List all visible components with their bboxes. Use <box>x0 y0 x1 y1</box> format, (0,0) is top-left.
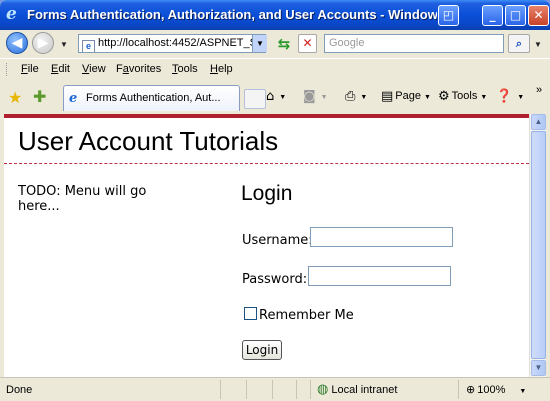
search-options-dropdown-icon[interactable]: ▼ <box>534 40 542 49</box>
ie-logo-icon: e <box>6 4 17 24</box>
address-bar: ◀ ▶ ▼ e http://localhost:4452/ASPNET_Sec … <box>0 30 550 58</box>
back-button[interactable]: ◀ <box>6 32 28 54</box>
tools-menu[interactable]: ⚙ Tools ▼ <box>438 89 487 104</box>
scroll-thumb[interactable] <box>531 131 546 359</box>
tab-ie-icon: e <box>69 91 78 106</box>
menu-tools[interactable]: Tools <box>172 63 198 75</box>
print-button[interactable]: ⎙ ▼ <box>345 89 367 104</box>
page-icon: ▤ <box>381 89 394 104</box>
username-field[interactable] <box>310 227 453 247</box>
remember-me-label[interactable]: Remember Me <box>259 308 354 323</box>
toolbar-overflow-button[interactable]: » <box>536 84 542 96</box>
security-zone[interactable]: ◍ Local intranet <box>317 382 397 397</box>
username-label: Username: <box>242 233 313 248</box>
zoom-icon: ⊕ <box>466 383 476 396</box>
status-bar: Done ◍ Local intranet ⊕ 100% ▼ <box>0 377 550 401</box>
zoom-level[interactable]: ⊕ 100% ▼ <box>466 383 526 396</box>
help-icon: ❓ <box>496 89 513 104</box>
search-button[interactable]: ⌕ <box>508 34 530 53</box>
help-button[interactable]: ❓ ▼ <box>496 89 524 104</box>
add-favorites-icon[interactable]: ✚ <box>33 87 46 106</box>
password-field[interactable] <box>308 266 451 286</box>
menu-favorites[interactable]: Favorites <box>116 63 161 75</box>
maximize-button[interactable]: □ <box>505 5 526 26</box>
menu-help[interactable]: Help <box>210 63 233 75</box>
menu-bar: File Edit View Favorites Tools Help <box>0 58 550 81</box>
browser-window: e Forms Authentication, Authorization, a… <box>0 0 550 401</box>
menu-placeholder-text: TODO: Menu will go here... <box>18 184 147 214</box>
url-text: http://localhost:4452/ASPNET_Sec <box>98 37 266 49</box>
menu-file[interactable]: File <box>21 63 39 75</box>
close-button[interactable]: ✕ <box>528 5 549 26</box>
page-title: User Account Tutorials <box>18 126 279 156</box>
printer-icon: ⎙ <box>345 89 356 104</box>
scroll-down-button[interactable]: ▼ <box>531 360 546 376</box>
menu-view[interactable]: View <box>82 63 106 75</box>
forward-button[interactable]: ▶ <box>32 32 54 54</box>
vertical-scrollbar[interactable]: ▲ ▼ <box>529 114 546 377</box>
url-dropdown-icon[interactable]: ▼ <box>252 35 267 52</box>
login-button[interactable]: Login <box>242 340 282 360</box>
page-icon: e <box>82 40 95 52</box>
refresh-icon[interactable]: ⇆ <box>274 34 294 54</box>
feeds-button[interactable]: ◙ ▼ <box>303 89 328 104</box>
status-text: Done <box>6 384 33 396</box>
tab-label: Forms Authentication, Aut... <box>86 92 221 104</box>
globe-icon: ◍ <box>317 382 329 397</box>
new-tab-button[interactable] <box>244 89 266 109</box>
scroll-up-button[interactable]: ▲ <box>531 114 546 130</box>
stop-icon[interactable]: ✕ <box>298 34 317 53</box>
toolbar-grip <box>6 63 10 76</box>
page-content: User Account Tutorials TODO: Menu will g… <box>4 114 529 377</box>
search-input[interactable]: Google <box>324 34 504 53</box>
favorites-center-icon[interactable]: ★ <box>8 88 22 107</box>
minimize-button[interactable]: _ <box>482 5 503 26</box>
url-field[interactable]: e http://localhost:4452/ASPNET_Sec <box>78 34 266 53</box>
password-label: Password: <box>242 272 308 287</box>
window-title: Forms Authentication, Authorization, and… <box>27 7 437 22</box>
menu-edit[interactable]: Edit <box>51 63 70 75</box>
restore-tabs-button[interactable]: ◰ <box>438 5 459 26</box>
tab-active[interactable]: e Forms Authentication, Aut... <box>63 85 240 111</box>
home-button[interactable]: ⌂ ▼ <box>266 89 286 104</box>
gear-icon: ⚙ <box>438 89 450 104</box>
page-menu[interactable]: ▤ Page ▼ <box>381 89 431 104</box>
tab-toolbar: ★ ✚ e Forms Authentication, Aut... ⌂ ▼ ◙ ▼… <box>0 80 550 113</box>
home-icon: ⌂ <box>266 89 275 104</box>
page-header: User Account Tutorials <box>4 118 529 164</box>
login-heading: Login <box>241 182 293 205</box>
rss-feed-icon: ◙ <box>303 89 316 104</box>
remember-me-checkbox[interactable] <box>244 307 257 320</box>
title-bar: e Forms Authentication, Authorization, a… <box>0 0 550 30</box>
recent-pages-dropdown-icon[interactable]: ▼ <box>60 40 68 49</box>
